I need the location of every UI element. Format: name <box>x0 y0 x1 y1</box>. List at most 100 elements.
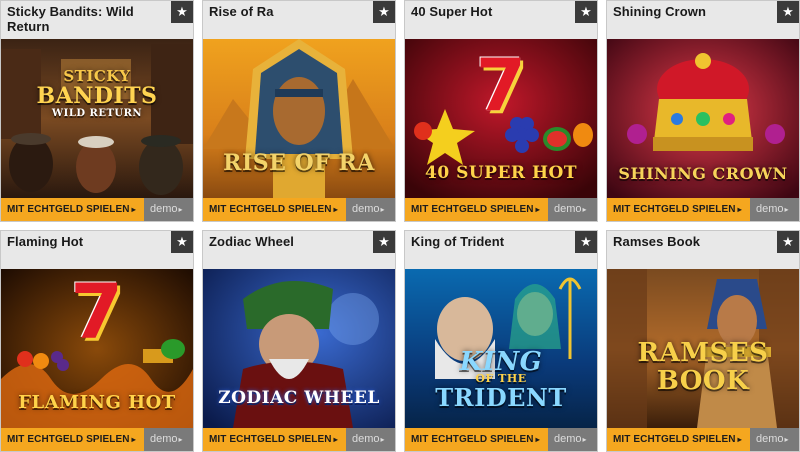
favorite-star-icon[interactable]: ★ <box>575 231 597 253</box>
favorite-star-icon[interactable]: ★ <box>171 1 193 23</box>
play-real-money-label: MIT ECHTGELD SPIELEN <box>7 434 130 445</box>
demo-label: demo <box>352 203 380 215</box>
game-tile[interactable]: Sticky Bandits: Wild Return ★ STICKY BAN… <box>0 0 194 222</box>
arrow-right-icon: ▸ <box>178 205 183 214</box>
game-tile-header: Rise of Ra <box>203 1 395 39</box>
game-thumbnail[interactable]: ZODIAC WHEEL <box>203 269 395 428</box>
arrow-right-icon: ▸ <box>535 435 540 444</box>
favorite-star-icon[interactable]: ★ <box>777 231 799 253</box>
favorite-star-icon[interactable]: ★ <box>171 231 193 253</box>
game-logo-line: 7 <box>475 43 527 127</box>
game-title: Shining Crown <box>613 4 707 19</box>
play-real-money-button[interactable]: MIT ECHTGELD SPIELEN ▸ <box>607 428 750 451</box>
arrow-right-icon: ▸ <box>131 205 136 214</box>
game-tile-header: Zodiac Wheel <box>203 231 395 269</box>
play-real-money-button[interactable]: MIT ECHTGELD SPIELEN ▸ <box>405 198 548 221</box>
game-title: Flaming Hot <box>7 234 84 249</box>
play-real-money-label: MIT ECHTGELD SPIELEN <box>613 434 736 445</box>
game-title: Sticky Bandits: Wild Return <box>7 4 134 34</box>
arrow-right-icon: ▸ <box>380 435 385 444</box>
demo-button[interactable]: demo▸ <box>548 428 597 451</box>
arrow-right-icon: ▸ <box>380 205 385 214</box>
game-logo-line: FLAMING HOT <box>18 392 176 413</box>
play-button-bar: MIT ECHTGELD SPIELEN ▸ demo▸ <box>405 198 597 221</box>
game-tile[interactable]: King of Trident ★ KING OF THE TRIDENT MI… <box>404 230 598 452</box>
play-real-money-button[interactable]: MIT ECHTGELD SPIELEN ▸ <box>1 198 144 221</box>
demo-label: demo <box>554 433 582 445</box>
arrow-right-icon: ▸ <box>333 435 338 444</box>
demo-button[interactable]: demo▸ <box>750 428 799 451</box>
demo-label: demo <box>352 433 380 445</box>
arrow-right-icon: ▸ <box>178 435 183 444</box>
demo-button[interactable]: demo▸ <box>144 428 193 451</box>
arrow-right-icon: ▸ <box>131 435 136 444</box>
game-tile[interactable]: Ramses Book ★ RAMSES BOOK MIT ECHTGELD S… <box>606 230 800 452</box>
game-tile-header: Shining Crown <box>607 1 799 39</box>
favorite-star-icon[interactable]: ★ <box>777 1 799 23</box>
game-logo-line: STICKY <box>63 67 131 85</box>
demo-button[interactable]: demo▸ <box>548 198 597 221</box>
game-logo-line: TRIDENT <box>435 383 567 412</box>
favorite-star-icon[interactable]: ★ <box>575 1 597 23</box>
game-logo-line: BOOK <box>656 366 750 396</box>
play-real-money-button[interactable]: MIT ECHTGELD SPIELEN ▸ <box>203 198 346 221</box>
demo-label: demo <box>150 203 178 215</box>
play-button-bar: MIT ECHTGELD SPIELEN ▸ demo▸ <box>607 428 799 451</box>
arrow-right-icon: ▸ <box>737 205 742 214</box>
game-tile-header: Sticky Bandits: Wild Return <box>1 1 193 39</box>
demo-label: demo <box>756 433 784 445</box>
game-thumbnail[interactable]: STICKY BANDITS WILD RETURN <box>1 39 193 198</box>
game-logo-line: BANDITS <box>36 83 158 109</box>
play-real-money-label: MIT ECHTGELD SPIELEN <box>209 204 332 215</box>
game-thumbnail[interactable]: KING OF THE TRIDENT <box>405 269 597 428</box>
play-real-money-button[interactable]: MIT ECHTGELD SPIELEN ▸ <box>405 428 548 451</box>
demo-button[interactable]: demo▸ <box>144 198 193 221</box>
game-tile-header: 40 Super Hot <box>405 1 597 39</box>
game-thumbnail[interactable]: 7 FLAMING HOT <box>1 269 193 428</box>
play-real-money-label: MIT ECHTGELD SPIELEN <box>411 434 534 445</box>
arrow-right-icon: ▸ <box>784 435 789 444</box>
play-real-money-button[interactable]: MIT ECHTGELD SPIELEN ▸ <box>203 428 346 451</box>
play-button-bar: MIT ECHTGELD SPIELEN ▸ demo▸ <box>203 428 395 451</box>
game-tile-header: Ramses Book <box>607 231 799 269</box>
arrow-right-icon: ▸ <box>582 435 587 444</box>
game-thumbnail[interactable]: RAMSES BOOK <box>607 269 799 428</box>
game-logo-line: RISE OF RA <box>223 150 375 176</box>
game-grid: Sticky Bandits: Wild Return ★ STICKY BAN… <box>0 0 800 452</box>
game-thumbnail[interactable]: 7 40 SUPER HOT <box>405 39 597 198</box>
arrow-right-icon: ▸ <box>333 205 338 214</box>
demo-label: demo <box>554 203 582 215</box>
game-tile-header: Flaming Hot <box>1 231 193 269</box>
play-real-money-label: MIT ECHTGELD SPIELEN <box>613 204 736 215</box>
demo-button[interactable]: demo▸ <box>346 198 395 221</box>
game-title: Zodiac Wheel <box>209 234 294 249</box>
play-real-money-button[interactable]: MIT ECHTGELD SPIELEN ▸ <box>1 428 144 451</box>
game-logo-line: 7 <box>70 269 124 356</box>
game-title: Rise of Ra <box>209 4 274 19</box>
arrow-right-icon: ▸ <box>535 205 540 214</box>
demo-label: demo <box>150 433 178 445</box>
game-logo-line: RAMSES <box>637 338 769 368</box>
demo-button[interactable]: demo▸ <box>750 198 799 221</box>
game-tile[interactable]: Shining Crown ★ SHINING CROWN MIT ECHTGE… <box>606 0 800 222</box>
game-tile[interactable]: Flaming Hot ★ 7 FLAMING HOT MIT ECHTGELD… <box>0 230 194 452</box>
play-button-bar: MIT ECHTGELD SPIELEN ▸ demo▸ <box>1 428 193 451</box>
demo-button[interactable]: demo▸ <box>346 428 395 451</box>
favorite-star-icon[interactable]: ★ <box>373 231 395 253</box>
game-title: Ramses Book <box>613 234 701 249</box>
game-tile[interactable]: Zodiac Wheel ★ ZODIAC WHEEL MIT ECHTGELD… <box>202 230 396 452</box>
favorite-star-icon[interactable]: ★ <box>373 1 395 23</box>
game-thumbnail[interactable]: SHINING CROWN <box>607 39 799 198</box>
arrow-right-icon: ▸ <box>737 435 742 444</box>
game-title: King of Trident <box>411 234 505 249</box>
play-real-money-label: MIT ECHTGELD SPIELEN <box>209 434 332 445</box>
game-tile[interactable]: Rise of Ra ★ RISE OF RA MIT ECHTGELD SPI… <box>202 0 396 222</box>
play-button-bar: MIT ECHTGELD SPIELEN ▸ demo▸ <box>203 198 395 221</box>
game-logo-line: ZODIAC WHEEL <box>218 388 380 408</box>
game-tile[interactable]: 40 Super Hot ★ 7 40 SUPER HOT MIT ECHTGE… <box>404 0 598 222</box>
play-real-money-button[interactable]: MIT ECHTGELD SPIELEN ▸ <box>607 198 750 221</box>
game-logo-line: WILD RETURN <box>51 108 143 119</box>
game-thumbnail[interactable]: RISE OF RA <box>203 39 395 198</box>
play-button-bar: MIT ECHTGELD SPIELEN ▸ demo▸ <box>1 198 193 221</box>
play-button-bar: MIT ECHTGELD SPIELEN ▸ demo▸ <box>405 428 597 451</box>
